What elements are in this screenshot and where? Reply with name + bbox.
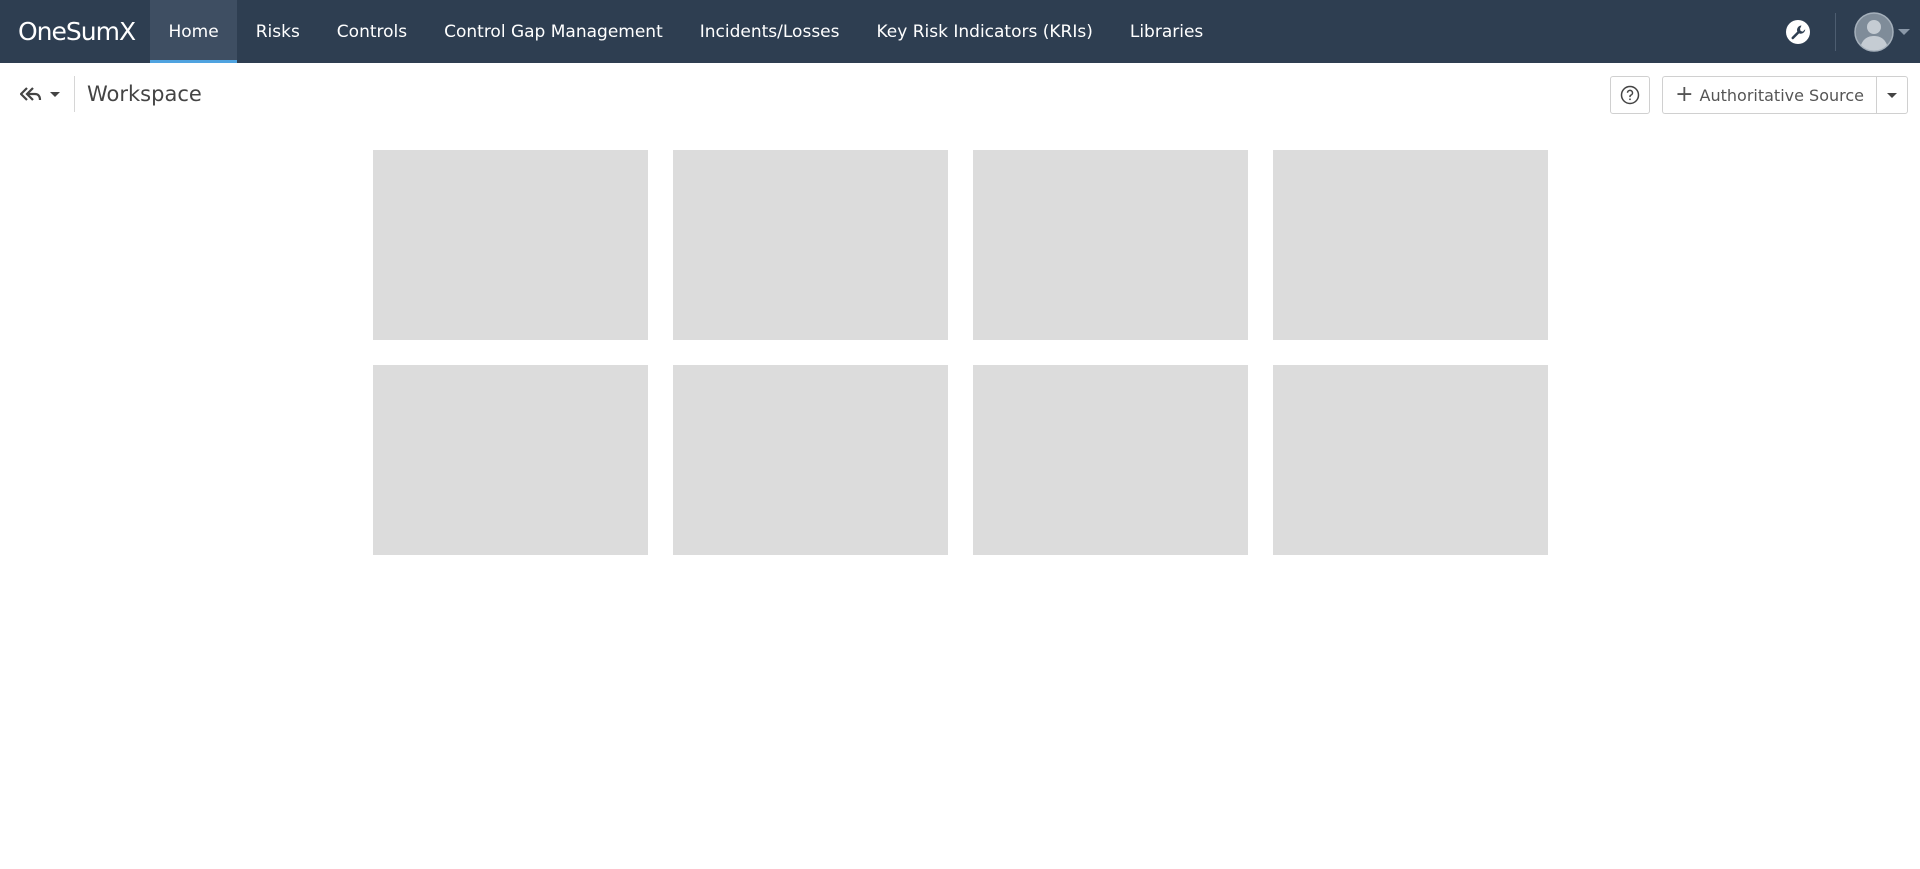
history-back-button[interactable]	[20, 86, 60, 102]
workspace-tile-placeholder	[673, 150, 948, 340]
workspace-actions: + Authoritative Source	[1610, 76, 1908, 114]
nav-item-risks[interactable]: Risks	[237, 0, 318, 63]
workspace-tile-placeholder	[673, 365, 948, 555]
workspace-tile-placeholder	[973, 365, 1248, 555]
chevron-down-icon	[1887, 92, 1897, 98]
user-avatar-icon	[1854, 11, 1894, 52]
nav-item-kris[interactable]: Key Risk Indicators (KRIs)	[858, 0, 1111, 63]
nav-item-incidents-losses[interactable]: Incidents/Losses	[681, 0, 858, 63]
nav-item-control-gap-management[interactable]: Control Gap Management	[426, 0, 682, 63]
nav-item-controls[interactable]: Controls	[318, 0, 425, 63]
plus-icon: +	[1675, 82, 1694, 107]
add-authoritative-source-button[interactable]: + Authoritative Source	[1662, 76, 1876, 114]
workspace-tile-placeholder	[373, 365, 648, 555]
nav-item-home[interactable]: Home	[150, 0, 238, 63]
toolbar-divider	[74, 76, 75, 112]
header-divider	[1835, 12, 1836, 51]
add-authoritative-source-split-button: + Authoritative Source	[1662, 76, 1908, 114]
workspace-tile-grid	[373, 150, 1548, 555]
workspace-tile-placeholder	[373, 150, 648, 340]
workspace-tile-placeholder	[1273, 150, 1548, 340]
reply-all-icon	[20, 87, 42, 101]
main-nav: Home Risks Controls Control Gap Manageme…	[150, 0, 1222, 63]
add-button-label: Authoritative Source	[1699, 85, 1864, 105]
workspace-tile-placeholder	[973, 150, 1248, 340]
chevron-down-icon	[50, 91, 60, 97]
nav-item-libraries[interactable]: Libraries	[1111, 0, 1221, 63]
chevron-down-icon	[1898, 28, 1910, 35]
workspace-toolbar: Workspace + Authoritative Source	[0, 63, 1920, 125]
workspace-tile-placeholder	[1273, 365, 1548, 555]
user-menu[interactable]	[1854, 11, 1910, 52]
top-navigation-bar: OneSumX Home Risks Controls Control Gap …	[0, 0, 1920, 63]
question-circle-icon	[1620, 85, 1640, 105]
page-title: Workspace	[87, 82, 202, 106]
wrench-icon[interactable]	[1783, 17, 1813, 47]
add-options-dropdown-button[interactable]	[1876, 76, 1908, 114]
help-button[interactable]	[1610, 76, 1651, 114]
app-logo[interactable]: OneSumX	[0, 0, 150, 63]
header-actions	[1783, 0, 1920, 63]
